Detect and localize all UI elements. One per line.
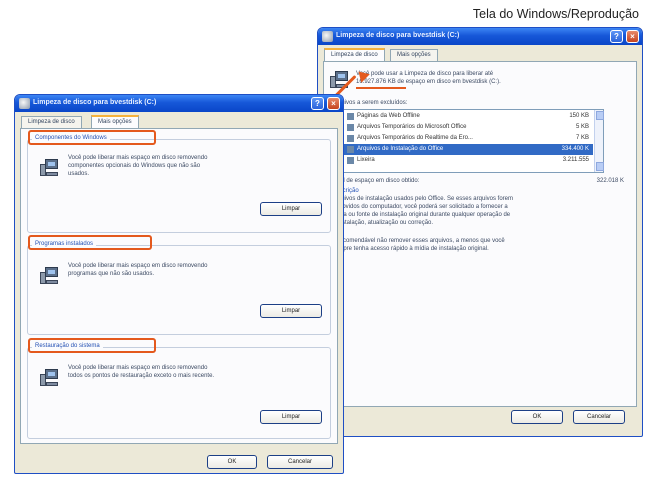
description-line-1: Arquivos de instalação usados pelo Offic… — [332, 196, 513, 202]
total-value: 322.018 K — [596, 178, 624, 184]
list-item[interactable]: Páginas da Web Offline 150 KB — [334, 111, 593, 122]
group-windows-components: Componentes do Windows Você pode liberar… — [27, 135, 331, 233]
total-label: Total de espaço em disco obtido: — [332, 178, 420, 184]
file-icon — [347, 124, 354, 131]
tab-disk-cleanup[interactable]: Limpeza de disco — [324, 48, 385, 61]
group-desc-line-2: componentes opcionais do Windows que não… — [68, 163, 201, 169]
title-bar[interactable]: Limpeza de disco para bvestdisk (C:) ? × — [15, 95, 343, 112]
list-item-selected[interactable]: Arquivos de Instalação do Office 334.400 … — [334, 144, 593, 155]
window-title: Limpeza de disco para bvestdisk (C:) — [336, 32, 460, 39]
image-credit: Tela do Windows/Reprodução — [472, 7, 639, 21]
highlight-underline — [356, 87, 406, 89]
ok-button[interactable]: OK — [207, 455, 257, 469]
computer-icon — [40, 368, 60, 388]
file-icon — [347, 146, 354, 153]
tab-panel: Você pode usar a Limpeza de disco para l… — [323, 61, 637, 407]
cleanup-button[interactable]: Limpar — [260, 202, 322, 216]
highlight-box — [28, 235, 152, 250]
window-title: Limpeza de disco para bvestdisk (C:) — [33, 99, 157, 106]
ok-button[interactable]: OK — [511, 410, 563, 424]
computer-icon — [40, 266, 60, 286]
group-desc-line-1: Você pode liberar mais espaço em disco r… — [68, 263, 208, 269]
group-desc-line-1: Você pode liberar mais espaço em disco r… — [68, 155, 208, 161]
list-item[interactable]: Arquivos Temporários do Realtime da Ero.… — [334, 133, 593, 144]
disk-cleanup-icon — [19, 98, 30, 109]
cancel-button[interactable]: Cancelar — [267, 455, 333, 469]
list-item[interactable]: Arquivos Temporários do Microsoft Office… — [334, 122, 593, 133]
tab-more-options[interactable]: Mais opções — [390, 49, 438, 61]
group-installed-programs: Programas instalados Você pode liberar m… — [27, 241, 331, 335]
group-desc-line-3: usados. — [68, 171, 90, 177]
group-desc-line-2: programas que não são usados. — [68, 271, 155, 277]
disk-cleanup-icon — [330, 70, 350, 90]
note-line-1: É recomendável não remover esses arquivo… — [332, 238, 505, 244]
disk-cleanup-window-back: Limpeza de disco para bvestdisk (C:) ? ×… — [317, 27, 643, 437]
tab-panel: Componentes do Windows Você pode liberar… — [20, 128, 338, 444]
help-button[interactable]: ? — [311, 97, 324, 110]
tab-disk-cleanup[interactable]: Limpeza de disco — [21, 116, 82, 128]
group-desc-line-1: Você pode liberar mais espaço em disco r… — [68, 365, 208, 371]
description-line-3: mídia ou fonte de instalação original du… — [332, 212, 511, 218]
file-icon — [347, 113, 354, 120]
disk-cleanup-icon — [322, 31, 333, 42]
close-button[interactable]: × — [327, 97, 340, 110]
help-button[interactable]: ? — [610, 30, 623, 43]
cancel-button[interactable]: Cancelar — [573, 410, 625, 424]
tab-more-options[interactable]: Mais opções — [91, 115, 139, 128]
title-bar[interactable]: Limpeza de disco para bvestdisk (C:) ? × — [318, 28, 642, 45]
description-line-2: removidos do computador, você poderá ser… — [332, 204, 508, 210]
list-scrollbar[interactable] — [594, 110, 604, 172]
computer-icon — [40, 158, 60, 178]
highlight-box — [28, 338, 156, 353]
intro-line-2: 16.927.876 KB de espaço em disco em bves… — [356, 79, 501, 85]
note-line-2: sempre tenha acesso rápido à mídia de in… — [332, 246, 489, 252]
disk-cleanup-window-front: Limpeza de disco para bvestdisk (C:) ? ×… — [14, 94, 344, 474]
file-icon — [347, 135, 354, 142]
cleanup-button[interactable]: Limpar — [260, 410, 322, 424]
close-button[interactable]: × — [626, 30, 639, 43]
group-desc-line-2: todos os pontos de restauração exceto o … — [68, 373, 215, 379]
highlight-box — [28, 130, 156, 145]
group-system-restore: Restauração do sistema Você pode liberar… — [27, 343, 331, 439]
intro-line-1: Você pode usar a Limpeza de disco para l… — [356, 71, 494, 77]
cleanup-button[interactable]: Limpar — [260, 304, 322, 318]
recycle-bin-icon — [347, 157, 354, 164]
list-item[interactable]: Lixeira 3.211.555 — [334, 155, 593, 166]
description-line-4: reinstalação, atualização ou correção. — [332, 220, 434, 226]
files-list[interactable]: Páginas da Web Offline 150 KB Arquivos Te… — [332, 109, 604, 173]
